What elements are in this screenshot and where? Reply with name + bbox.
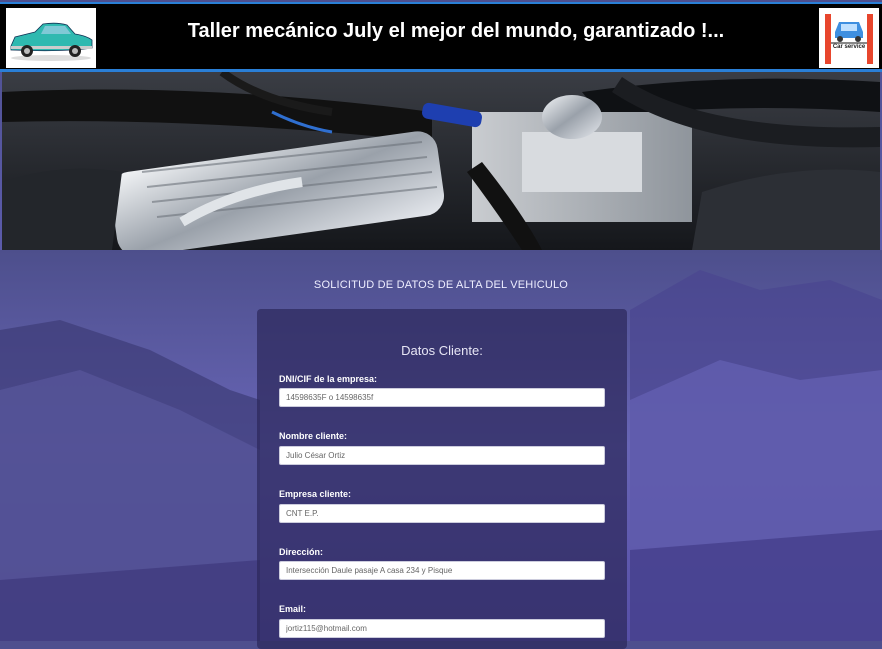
dni-input[interactable] [279,388,605,407]
car-service-logo: Car service [819,8,879,68]
classic-car-logo [6,8,96,68]
email-input[interactable] [279,619,605,638]
address-input[interactable] [279,561,605,580]
page-title: Taller mecánico July el mejor del mundo,… [187,20,725,42]
car-service-lift-icon [819,8,879,68]
client-name-label: Nombre cliente: [279,431,348,441]
client-company-input[interactable] [279,504,605,523]
dni-label: DNI/CIF de la empresa: [279,374,378,384]
client-name-input[interactable] [279,446,605,465]
panel-title: Datos Cliente: [401,343,483,358]
car-service-text: Car service [832,44,866,50]
engine-banner-image [2,72,880,250]
section-title: SOLICITUD DE DATOS DE ALTA DEL VEHICULO [313,279,569,291]
classic-car-icon [10,22,93,61]
address-label: Dirección: [279,547,324,557]
client-company-label: Empresa cliente: [279,489,352,499]
client-form-panel: Datos Cliente: DNI/CIF de la empresa: No… [257,309,627,649]
site-header: Taller mecánico July el mejor del mundo,… [0,2,882,72]
email-label: Email: [279,604,307,614]
